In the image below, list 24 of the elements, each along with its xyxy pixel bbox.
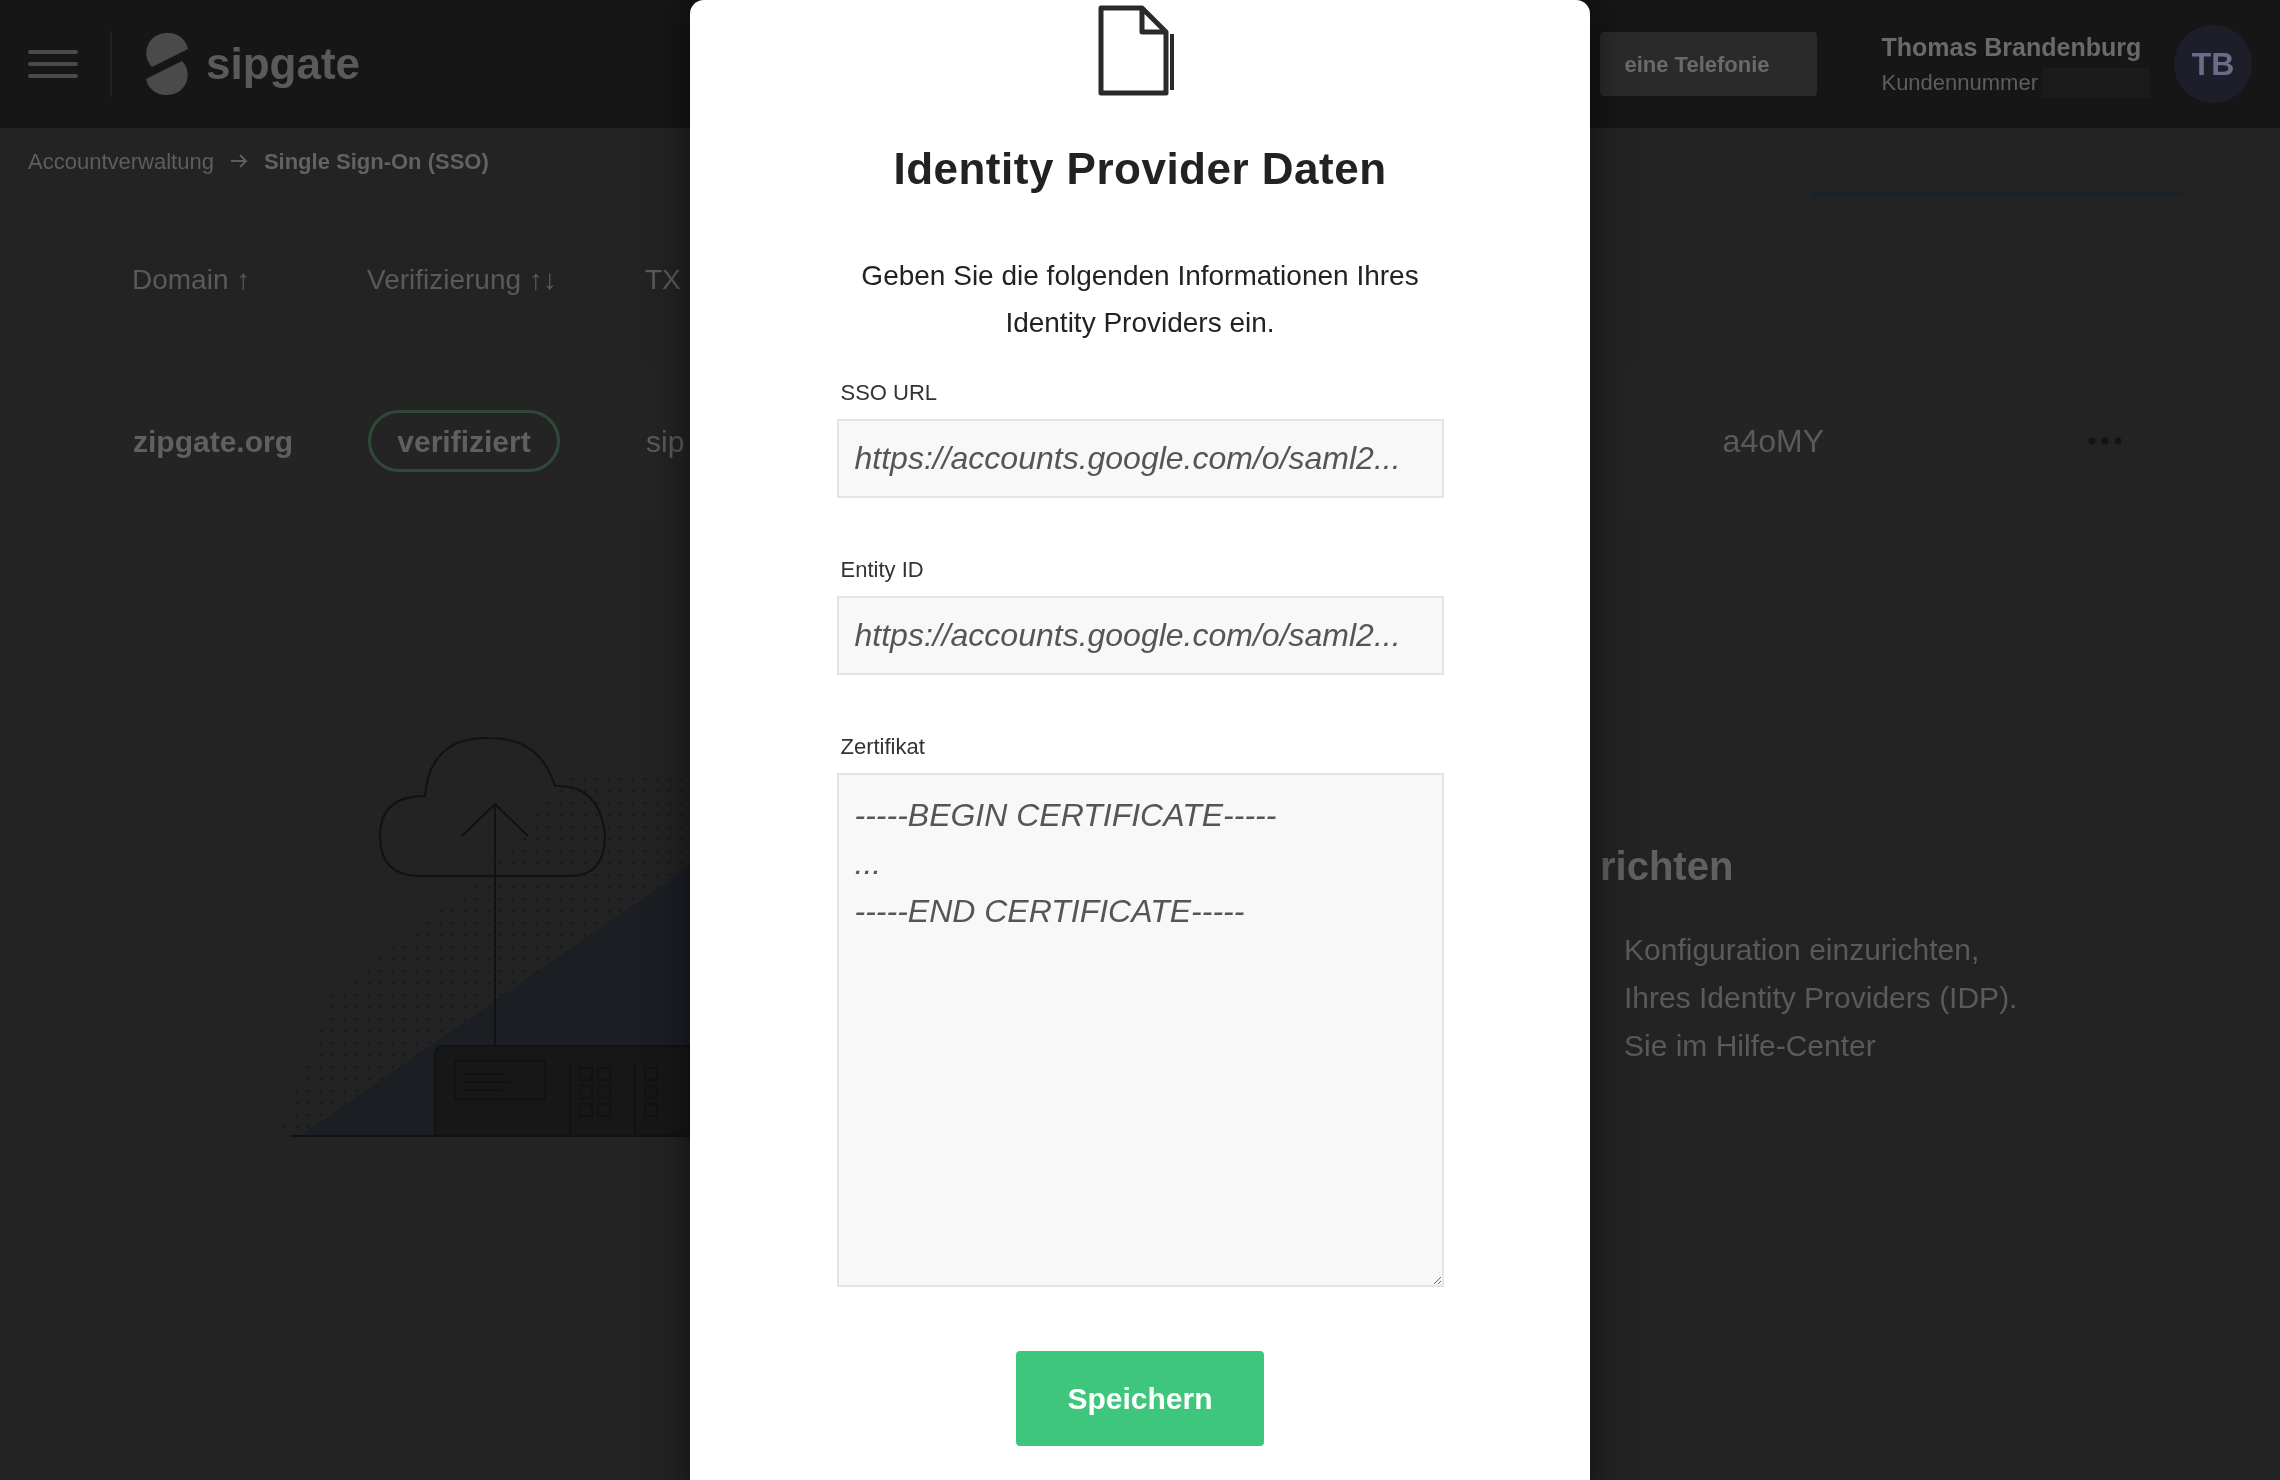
nav-button[interactable]: eine Telefonie bbox=[1600, 32, 1818, 96]
customer-number-label: Kundennummer bbox=[1881, 69, 2038, 98]
section-heading: richten bbox=[1599, 843, 1735, 890]
arrow-right-icon bbox=[229, 154, 248, 168]
field-label: Zertifikat bbox=[839, 733, 926, 761]
text-input-field[interactable]: https://accounts.google.com/o/saml2... bbox=[836, 596, 1444, 675]
breadcrumb-link[interactable]: Accountverwaltung bbox=[28, 144, 214, 178]
modal-description: Geben Sie die folgenden Informationen Ihres Identity Providers ein. bbox=[860, 259, 1420, 340]
modal-title: Identity Provider Daten bbox=[893, 143, 1387, 195]
avatar[interactable]: TB bbox=[2174, 25, 2252, 103]
menu-icon[interactable] bbox=[28, 49, 78, 79]
user-name: Thomas Brandenburg bbox=[1881, 31, 2143, 63]
sort-indicator[interactable]: ↑↓ bbox=[529, 259, 558, 301]
text-input-field[interactable]: https://accounts.google.com/o/saml2... bbox=[836, 419, 1444, 498]
breadcrumb-current: Single Sign-On (SSO) bbox=[263, 147, 489, 176]
logo-text: sipgate bbox=[206, 38, 361, 90]
field-label: Entity ID bbox=[839, 556, 925, 584]
domain-text: zipgate.org bbox=[133, 423, 294, 460]
logo-icon bbox=[144, 31, 190, 97]
certificate-textarea[interactable]: -----BEGIN CERTIFICATE----- ... -----END CERTIFICATE----- bbox=[836, 773, 1444, 1287]
status-badge: verifiziert bbox=[368, 410, 560, 472]
sort-indicator[interactable]: ↑ bbox=[236, 259, 251, 301]
save-button[interactable]: Speichern bbox=[1016, 1351, 1264, 1446]
field-label: SSO URL bbox=[839, 379, 939, 407]
